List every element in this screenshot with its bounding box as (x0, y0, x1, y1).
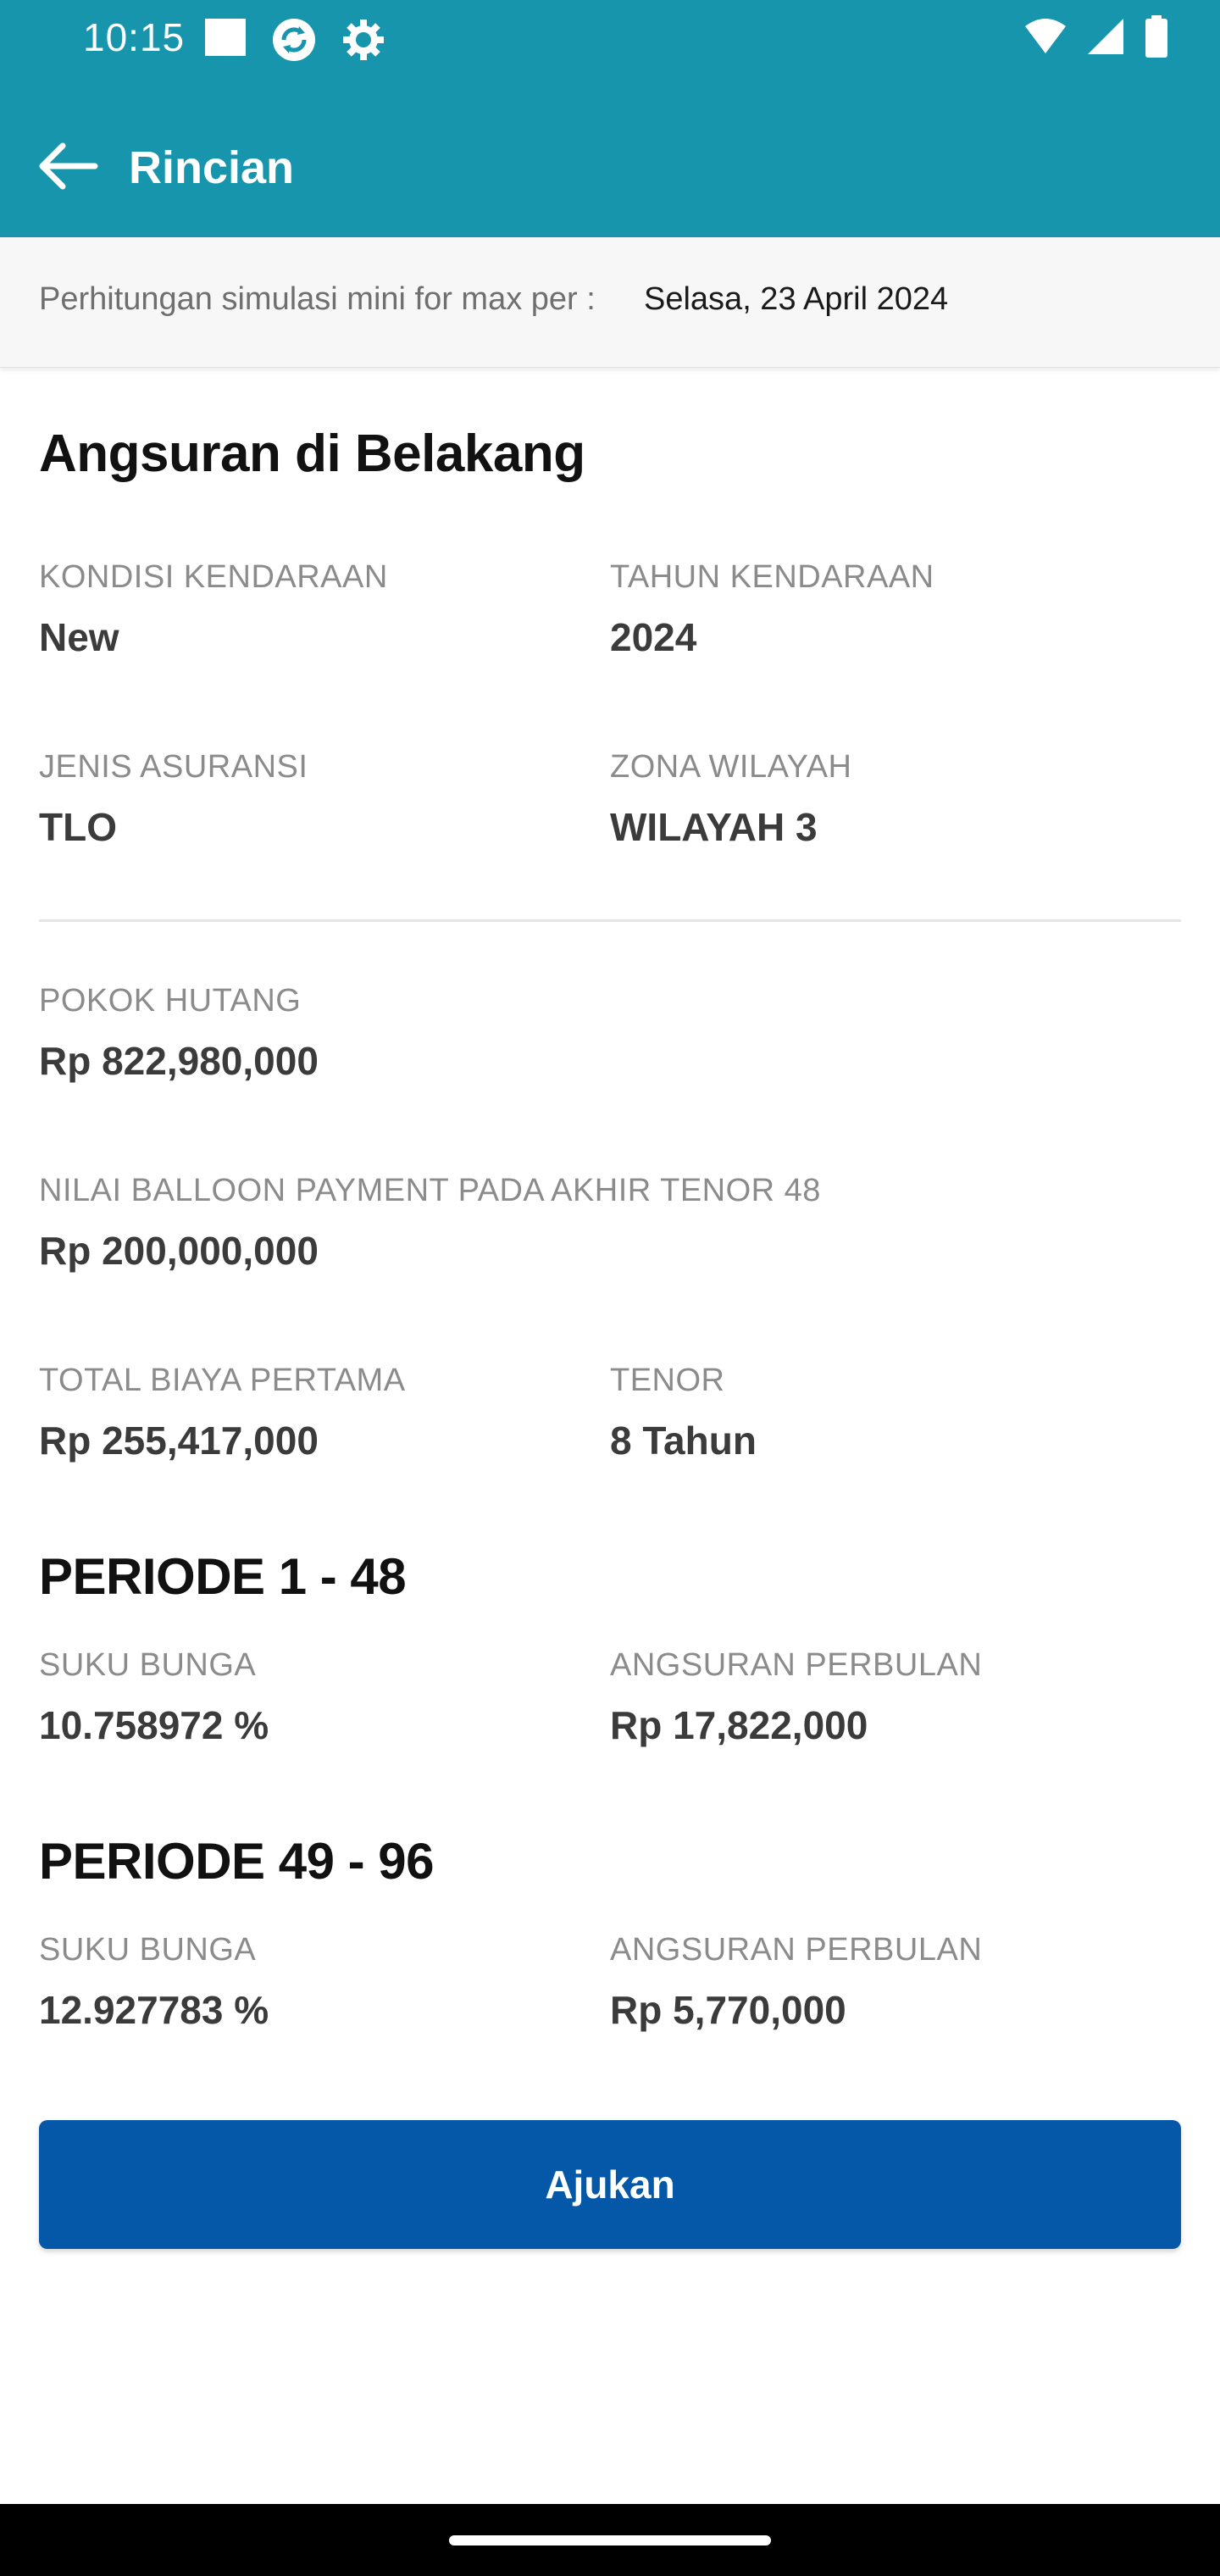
first-total-cost: TOTAL BIAYA PERTAMA Rp 255,417,000 (39, 1363, 406, 1463)
section-title: Angsuran di Belakang (39, 425, 585, 483)
app-bar: Rincian (0, 119, 1220, 237)
cell-signal-icon (1086, 17, 1125, 60)
status-time: 10:15 (83, 15, 186, 59)
field-label: TAHUN KENDARAAN (610, 559, 934, 595)
status-left-icons (203, 17, 386, 67)
notification-square-icon (203, 17, 247, 67)
sync-icon (271, 17, 317, 67)
region-zone: ZONA WILAYAH WILAYAH 3 (610, 749, 851, 850)
field-value: 12.927783 % (39, 1988, 269, 2032)
balloon-payment: NILAI BALLOON PAYMENT PADA AKHIR TENOR 4… (39, 1173, 821, 1274)
field-value: Rp 200,000,000 (39, 1229, 319, 1273)
vehicle-condition: KONDISI KENDARAAN New (39, 559, 388, 660)
home-gesture-handle[interactable] (449, 2535, 771, 2545)
field-value: 2024 (610, 615, 697, 659)
period-title: PERIODE 49 - 96 (39, 1833, 435, 1890)
status-right-icons (1023, 15, 1169, 62)
top-bar: 10:15 Rincian (0, 0, 1220, 237)
period-monthly-installment: ANGSURAN PERBULAN Rp 5,770,000 (610, 1932, 982, 2033)
system-nav-bar (0, 2504, 1220, 2576)
field-label: ANGSURAN PERBULAN (610, 1647, 983, 1683)
field-value: Rp 17,822,000 (610, 1703, 868, 1747)
tenor: TENOR 8 Tahun (610, 1363, 757, 1463)
field-label: JENIS ASURANSI (39, 749, 308, 785)
field-label: KONDISI KENDARAAN (39, 559, 388, 595)
page-title: Rincian (129, 142, 295, 193)
battery-icon (1144, 15, 1169, 62)
back-button[interactable] (25, 125, 110, 210)
field-value: Rp 822,980,000 (39, 1039, 319, 1083)
field-label: ZONA WILAYAH (610, 749, 852, 785)
arrow-left-icon (36, 141, 100, 196)
period-monthly-installment: ANGSURAN PERBULAN Rp 17,822,000 (610, 1647, 982, 1748)
app-screen: 10:15 Rincian Perhitungan simulasi mini … (0, 0, 1220, 2576)
simulation-date: Selasa, 23 April 2024 (644, 281, 949, 317)
settings-gear-icon (341, 17, 386, 67)
simulation-label: Perhitungan simulasi mini for max per : (39, 281, 596, 317)
field-label: TENOR (610, 1363, 725, 1398)
field-label: NILAI BALLOON PAYMENT PADA AKHIR TENOR 4… (39, 1173, 821, 1208)
field-label: POKOK HUTANG (39, 983, 302, 1019)
field-value: TLO (39, 805, 117, 849)
field-label: SUKU BUNGA (39, 1647, 257, 1683)
field-label: ANGSURAN PERBULAN (610, 1932, 983, 1968)
field-label: SUKU BUNGA (39, 1932, 257, 1968)
period-title: PERIODE 1 - 48 (39, 1548, 407, 1605)
field-value: 10.758972 % (39, 1703, 269, 1747)
field-value: Rp 255,417,000 (39, 1418, 319, 1463)
period-interest-rate: SUKU BUNGA 10.758972 % (39, 1647, 269, 1748)
insurance-type: JENIS ASURANSI TLO (39, 749, 308, 850)
simulation-info: Perhitungan simulasi mini for max per : … (0, 237, 1220, 368)
status-bar: 10:15 (0, 0, 1220, 76)
field-value: WILAYAH 3 (610, 805, 818, 849)
wifi-icon (1023, 18, 1068, 59)
vehicle-year: TAHUN KENDARAAN 2024 (610, 559, 934, 660)
field-value: Rp 5,770,000 (610, 1988, 846, 2032)
submit-button[interactable]: Ajukan (39, 2120, 1181, 2249)
divider (39, 919, 1181, 922)
field-value: 8 Tahun (610, 1418, 757, 1463)
period-interest-rate: SUKU BUNGA 12.927783 % (39, 1932, 269, 2033)
field-label: TOTAL BIAYA PERTAMA (39, 1363, 406, 1398)
field-value: New (39, 615, 119, 659)
loan-principal: POKOK HUTANG Rp 822,980,000 (39, 983, 319, 1084)
